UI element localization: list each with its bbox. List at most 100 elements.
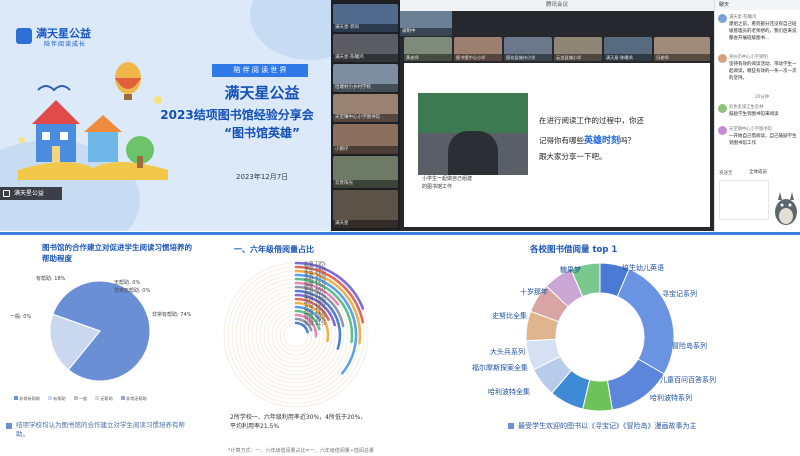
participant-tile[interactable]: 云贵阳光 — [333, 156, 398, 188]
participant-name: 图书馆中心小学 — [454, 54, 502, 61]
radial-label: 东城 21% — [304, 322, 326, 327]
chart-footnote: 最受学生欢迎的图书以《寻宝记》《冒险岛》漫画故事为主 — [518, 422, 697, 430]
donut-label: 福尔摩斯探案全集 — [472, 364, 528, 372]
participant-tile[interactable]: 天堂镇中心小学图书馆 — [333, 94, 398, 122]
slide-subtitle: 2023结项图书馆经验分享会 — [160, 108, 314, 122]
participant-tile[interactable]: 满天星 — [333, 190, 398, 228]
slide-question-text: 记得你有哪些 — [539, 136, 584, 145]
slide-date: 2023年12月7日 — [236, 173, 289, 181]
donut-slice — [616, 268, 675, 375]
legend-swatch — [14, 396, 18, 400]
highlight-text: 英雄时刻 — [584, 136, 621, 146]
pie-label: 非常有帮助: 74% — [152, 312, 192, 318]
participant-name: 满天星 — [333, 220, 398, 228]
pie-label: 一般: 0% — [10, 314, 32, 320]
chart-footnote: 结项学校均认为图书馆的合作建立对学生阅读习惯培养有帮助。 — [16, 421, 185, 438]
participant-name: 冯老师 — [654, 54, 710, 61]
pie-chart-panel: 图书馆的合作建立对促进学生阅读习惯培养的帮助程度 有帮助: 18% 无帮助: 0… — [0, 232, 200, 456]
background-blob — [250, 0, 331, 60]
participant-name: 满天星-陈曦鸿 — [604, 54, 652, 61]
chat-input[interactable] — [719, 180, 769, 220]
logo-subtext: 陪伴阅读成长 — [44, 41, 87, 48]
slide-title: 满天星公益 — [224, 84, 300, 102]
totoro-sticker — [775, 192, 797, 225]
slide-question: 在进行阅读工作的过程中，你还 — [539, 116, 644, 125]
slide-question-line: 记得你有哪些英雄时刻吗？ — [539, 133, 635, 146]
pie-legend: 非常有帮助 有帮助 一般 无帮助 非常无帮助 — [14, 385, 194, 404]
chat-sender: 彩色金溪江生态林 — [729, 105, 764, 110]
logo-icon — [16, 28, 32, 44]
participant-tile[interactable]: 德钦县城州小学 — [504, 37, 552, 61]
radial-bar-chart — [223, 261, 369, 408]
screen-share-label[interactable]: 满天星公益 — [0, 187, 62, 200]
radial-chart-panel: 一、六年级借阅量占比 北岸 19% 镇会 22% 永乐 27% 青苑 36% 中村 27… — [200, 232, 400, 456]
participant-tile[interactable]: 满天星-陈曦鸿 — [604, 37, 652, 61]
participant-tile[interactable]: 黄老师 — [404, 37, 452, 61]
legend-swatch — [73, 396, 78, 400]
recipient-select[interactable]: 全体成员 — [749, 169, 767, 175]
chart-note: 2所学校一、六年级利用率近30%，4所低于20%，平均利用率21.5% — [230, 414, 367, 430]
legend-item: 非常有帮助 — [14, 396, 40, 401]
footnote-marker — [508, 423, 514, 429]
participant-name: 小鹅仔 — [333, 146, 398, 154]
slide-subtitle-quote: “图书馆英雄” — [224, 126, 300, 140]
legend-label: 非常有帮助 — [19, 396, 40, 401]
presentation-slide: 满天星公益 陪伴阅读成长 陪 伴 阅 读 世 界 满天星公益 2023结项图书馆… — [0, 0, 331, 231]
pie-label: 非常无帮助: 0% — [114, 288, 151, 294]
chat-message: 坚持有效的阅读活动、带动学生一起阅读，哪些有效的一条一次一次的坚持。 — [729, 62, 797, 81]
slide-question-text: 吗？ — [620, 136, 636, 145]
legend-swatch — [48, 396, 53, 400]
footnote-marker — [6, 423, 12, 429]
slide-banner: 陪 伴 阅 读 世 界 — [212, 64, 308, 77]
photo-caption: 的图书馆工作 — [422, 184, 453, 190]
classroom-photo — [418, 93, 528, 175]
donut-label: 大头兵系列 — [490, 348, 525, 356]
donut-label: 培生幼儿英语 — [622, 264, 664, 272]
participant-gallery: 满天星-郭凤 满天星-陈曦鸿 恰塘村小乡村学校 天堂镇中心小学图书馆 小鹅仔 云… — [331, 0, 400, 231]
donut-label: 史努比全集 — [492, 312, 527, 320]
chat-sender: 天堂镇中心小学图书馆 — [729, 127, 772, 132]
self-camera[interactable]: 录制中 — [400, 11, 452, 36]
donut-label: 十岁那年 — [520, 288, 548, 296]
slide-question: 跟大家分享一下吧。 — [539, 152, 607, 161]
participant-name: 黄老师 — [404, 54, 452, 61]
participant-tile[interactable]: 恰塘村小乡村学校 — [333, 64, 398, 92]
participant-name: 云龙县城小学 — [554, 54, 602, 61]
participant-tile[interactable]: 满天星-郭凤 — [333, 4, 398, 32]
participant-tile[interactable]: 云龙县城小学 — [554, 37, 602, 61]
shared-slide: 小学生一起做自己组建 的图书馆工作 在进行阅读工作的过程中，你还 记得你有哪些英… — [404, 63, 710, 227]
participant-name: 德钦县城州小学 — [504, 54, 552, 61]
calc-note: *计算方式：一、六年级借阅量占比=一、六年级借阅量÷借阅总量 — [228, 448, 374, 454]
photo-caption: 小学生一起做自己组建 — [422, 176, 473, 182]
chat-panel: 聊天 满天星-陈曦鸿 建组之前，看到部分还没有自己班级管理员的老师想的，我们后来… — [714, 0, 800, 231]
donut-label: 哈利波特系列 — [650, 394, 692, 402]
pie-label: 无帮助: 0% — [114, 280, 141, 286]
participant-tile[interactable]: 冯老师 — [654, 37, 710, 61]
send-to-label: 发送至 — [719, 171, 733, 176]
legend-item: 非常无帮助 — [120, 396, 147, 401]
chat-header: 聊天 — [715, 0, 800, 10]
participant-name: 恰塘村小乡村学校 — [333, 84, 398, 92]
chat-message: 建组之前，看到部分还没有自己班级管理员的老师想的，我们后来说都会开展班级图书..… — [729, 22, 797, 41]
chat-sender: 崇州市中心小学梁明 — [729, 55, 768, 60]
participant-name: 天堂镇中心小学图书馆 — [333, 114, 398, 122]
participant-tile[interactable]: 满天星-陈曦鸿 — [333, 34, 398, 62]
donut-label: 糖果梦 — [560, 266, 581, 274]
participant-name: 云贵阳光 — [333, 180, 398, 188]
meeting-window: 腾讯会议 录制中 黄老师 图书馆中心小学 德钦县城州小学 云龙县城小学 满天星-… — [400, 0, 714, 231]
recording-label: 录制中 — [400, 28, 452, 36]
donut-label: 哈利波特全集 — [488, 388, 530, 396]
chat-message: 一开始自己借阅读，自己鼓励学生到图书馆工作 — [729, 134, 797, 146]
legend-label: 无帮助 — [100, 396, 113, 401]
avatar — [718, 104, 727, 113]
chat-sender: 满天星-陈曦鸿 — [729, 15, 757, 20]
donut-label: 寻宝记系列 — [662, 290, 697, 298]
legend-item: 无帮助 — [95, 396, 113, 401]
legend-label: 一般 — [78, 396, 88, 401]
participant-tile[interactable]: 小鹅仔 — [333, 124, 398, 154]
pie-label: 有帮助: 18% — [36, 276, 66, 282]
avatar — [718, 14, 727, 23]
participant-tile[interactable]: 图书馆中心小学 — [454, 37, 502, 61]
donut-label: 冒险岛系列 — [672, 342, 707, 350]
screen-share-icon — [3, 190, 10, 197]
